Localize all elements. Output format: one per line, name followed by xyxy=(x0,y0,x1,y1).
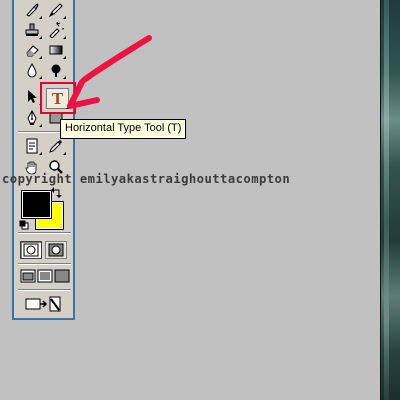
toolbox-separator xyxy=(18,232,71,234)
pen-tool-icon[interactable] xyxy=(22,108,42,128)
brush-tool-icon[interactable] xyxy=(22,0,42,20)
full-screen-mode-icon[interactable] xyxy=(54,268,70,284)
notes-tool-icon[interactable] xyxy=(22,136,42,156)
pencil-tool-icon[interactable] xyxy=(46,0,66,20)
copyright-watermark: copyright emilyakastraighouttacompton xyxy=(2,172,291,186)
path-selection-tool-icon[interactable] xyxy=(22,86,42,106)
eraser-tool-icon[interactable] xyxy=(22,40,42,60)
tool-tooltip: Horizontal Type Tool (T) xyxy=(60,119,187,139)
quick-mask-icon xyxy=(48,243,64,257)
swap-colors-icon[interactable] xyxy=(51,187,62,198)
jump-to-imageready-icon[interactable] xyxy=(22,294,66,314)
eyedropper-tool-icon[interactable] xyxy=(46,136,66,156)
default-colors-icon[interactable] xyxy=(19,220,29,230)
standard-mode-button[interactable] xyxy=(20,241,42,259)
foreground-color-swatch[interactable] xyxy=(21,190,52,219)
full-screen-menu-mode-icon[interactable] xyxy=(37,268,53,284)
document-image-edge xyxy=(380,0,400,400)
standard-mode-icon xyxy=(23,243,39,257)
quick-mask-mode-button[interactable] xyxy=(45,241,67,259)
standard-screen-mode-icon[interactable] xyxy=(20,268,36,284)
toolbox-separator xyxy=(18,289,71,291)
toolbox-separator xyxy=(18,263,71,265)
red-arrow-annotation xyxy=(67,35,152,109)
blur-tool-icon[interactable] xyxy=(22,60,42,80)
clone-stamp-tool-icon[interactable] xyxy=(22,20,42,40)
